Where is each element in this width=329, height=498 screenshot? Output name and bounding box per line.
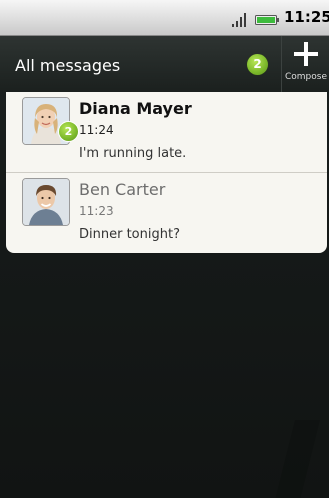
- header-bar: All messages 2 Compose: [0, 36, 329, 92]
- plus-icon: [294, 42, 318, 66]
- message-time: 11:24: [79, 123, 114, 137]
- message-time: 11:23: [79, 204, 114, 218]
- message-preview: I'm running late.: [79, 146, 187, 161]
- messages-screen: 11:25 All messages 2 Compose 2 Diana May…: [0, 0, 329, 498]
- compose-label: Compose: [284, 72, 327, 82]
- battery-icon: [255, 15, 279, 25]
- signal-icon: [232, 13, 246, 27]
- avatar: [22, 178, 70, 226]
- message-preview: Dinner tonight?: [79, 227, 180, 242]
- contact-name: Diana Mayer: [79, 99, 192, 118]
- unread-count-badge: 2: [247, 54, 268, 75]
- unread-badge: 2: [58, 121, 79, 142]
- status-time: 11:25: [284, 8, 329, 26]
- message-thread[interactable]: 2 Diana Mayer 11:24 I'm running late.: [6, 92, 327, 173]
- message-thread[interactable]: Ben Carter 11:23 Dinner tonight?: [6, 173, 327, 253]
- status-bar: 11:25: [0, 0, 329, 36]
- contact-name: Ben Carter: [79, 180, 166, 199]
- page-title[interactable]: All messages: [15, 56, 120, 75]
- background-watermark: [275, 420, 320, 498]
- message-list: 2 Diana Mayer 11:24 I'm running late. Be…: [6, 92, 327, 253]
- compose-button[interactable]: Compose: [281, 36, 329, 92]
